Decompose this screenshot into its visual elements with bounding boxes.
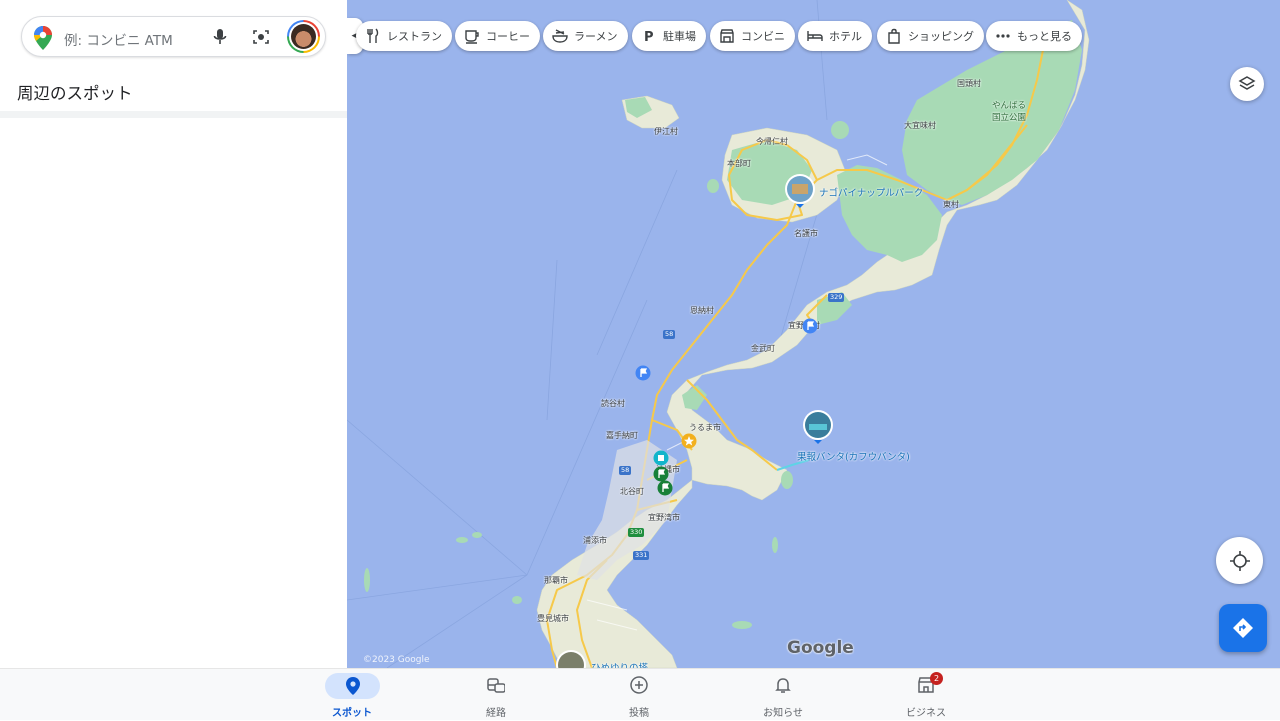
pin-flag-1[interactable]	[802, 318, 818, 338]
search-box[interactable]: 例: コンビニ ATM	[21, 16, 326, 57]
place-label: 浦添市	[583, 536, 607, 545]
nav-bell[interactable]: お知らせ	[738, 669, 828, 721]
chip-coffee[interactable]: コーヒー	[455, 21, 540, 51]
chip-shopping-bag[interactable]: ショッピング	[877, 21, 984, 51]
my-location-button[interactable]	[1216, 537, 1263, 584]
pin-kafu-banta[interactable]	[801, 408, 835, 448]
place-label: 恩納村	[690, 306, 714, 315]
add-circle-icon	[621, 673, 657, 699]
chip-store[interactable]: コンビニ	[710, 21, 795, 51]
chip-ramen[interactable]: ラーメン	[543, 21, 628, 51]
place-label: 宜野湾市	[648, 513, 680, 522]
chip-parking[interactable]: P 駐車場	[632, 21, 706, 51]
nav-label: スポット	[332, 708, 372, 719]
bell-icon	[765, 673, 801, 699]
place-label: 伊江村	[654, 127, 678, 136]
chip-label: レストラン	[387, 30, 442, 43]
place-label: 国頭村	[957, 79, 981, 88]
bottom-navigation: スポット 経路 投稿 お知らせ ビジネス 2	[0, 668, 1280, 720]
shopping-bag-icon	[886, 28, 902, 44]
ramen-icon	[552, 28, 568, 44]
place-label: 名護市	[794, 229, 818, 238]
directions-icon	[1233, 618, 1253, 638]
chip-bed[interactable]: ホテル	[798, 21, 872, 51]
nav-commute[interactable]: 経路	[451, 669, 541, 721]
route-number-badge: 331	[633, 551, 650, 560]
notification-badge: 2	[930, 672, 943, 685]
chip-label: ラーメン	[574, 30, 618, 43]
panel-title: 周辺のスポット	[17, 84, 133, 103]
pin-star[interactable]	[681, 433, 697, 453]
search-input[interactable]: 例: コンビニ ATM	[64, 29, 173, 49]
poi-label[interactable]: 果報バンタ(カフウバンタ)	[797, 449, 910, 463]
svg-text:P: P	[644, 30, 654, 44]
poi-label[interactable]: ナゴパイナップルパーク	[819, 185, 923, 199]
nav-add-circle[interactable]: 投稿	[594, 669, 684, 721]
panel-divider	[0, 111, 347, 118]
place-label: 北谷町	[620, 487, 644, 496]
place-label: 今帰仁村	[756, 137, 788, 146]
layers-button[interactable]	[1230, 67, 1264, 101]
nav-store-front[interactable]: ビジネス 2	[881, 669, 971, 721]
place-label: やんばる 国立公園	[992, 101, 1027, 123]
route-number-badge: 330	[628, 528, 645, 537]
place-label: 那覇市	[544, 576, 568, 585]
commute-icon	[478, 673, 514, 699]
place-label: 東村	[943, 200, 959, 209]
place-label: 大宜味村	[904, 121, 936, 130]
more-dots-icon	[995, 28, 1011, 44]
place-label: 金武町	[751, 344, 775, 353]
nav-label: お知らせ	[763, 708, 803, 719]
nav-label: 投稿	[629, 708, 649, 719]
route-number-badge: 58	[663, 330, 676, 339]
chip-label: もっと見る	[1017, 30, 1072, 43]
location-pin-icon	[325, 673, 380, 699]
place-label: 嘉手納町	[606, 431, 638, 440]
pin-green-2[interactable]	[657, 480, 673, 500]
nav-label: 経路	[486, 708, 506, 719]
chip-more-dots[interactable]: もっと見る	[986, 21, 1082, 51]
crosshair-icon	[1229, 550, 1250, 571]
place-label: 本部町	[727, 159, 751, 168]
maps-pin-logo-icon	[34, 26, 52, 50]
bed-icon	[807, 28, 823, 44]
chip-label: コーヒー	[486, 30, 530, 43]
chip-label: 駐車場	[663, 30, 696, 43]
coffee-icon	[464, 28, 480, 44]
place-label: 豊見城市	[537, 614, 569, 623]
pin-nago-pineapple-park[interactable]	[783, 172, 817, 212]
route-number-badge: 58	[619, 466, 632, 475]
nav-location-pin[interactable]: スポット	[307, 669, 397, 721]
chip-utensils[interactable]: レストラン	[356, 21, 452, 51]
microphone-icon[interactable]	[212, 28, 228, 46]
place-label: うるま市	[689, 423, 721, 432]
lens-camera-icon[interactable]	[252, 28, 270, 46]
chip-label: ショッピング	[908, 30, 974, 43]
layers-icon	[1238, 76, 1256, 90]
nav-label: ビジネス	[906, 708, 946, 719]
chip-label: ホテル	[829, 30, 862, 43]
place-label: 読谷村	[601, 399, 625, 408]
chip-label: コンビニ	[741, 30, 785, 43]
pin-flag-2[interactable]	[635, 365, 651, 385]
directions-button[interactable]	[1219, 604, 1267, 652]
map-attribution: ©2023 Google	[363, 655, 430, 665]
route-number-badge: 329	[828, 293, 845, 302]
store-icon	[719, 28, 735, 44]
side-panel: 例: コンビニ ATM 周辺のスポット	[0, 0, 347, 668]
utensils-icon	[365, 28, 381, 44]
parking-icon: P	[641, 28, 657, 44]
google-logo: Google	[787, 638, 854, 658]
map-canvas[interactable]: 伊江村今帰仁村本部町名護市国頭村大宜味村東村やんばる 国立公園恩納村宜野座村金武…	[347, 0, 1280, 668]
pin-himeyuri[interactable]	[554, 648, 588, 668]
poi-label[interactable]: ひめゆりの塔	[591, 660, 648, 668]
avatar[interactable]	[287, 20, 320, 53]
